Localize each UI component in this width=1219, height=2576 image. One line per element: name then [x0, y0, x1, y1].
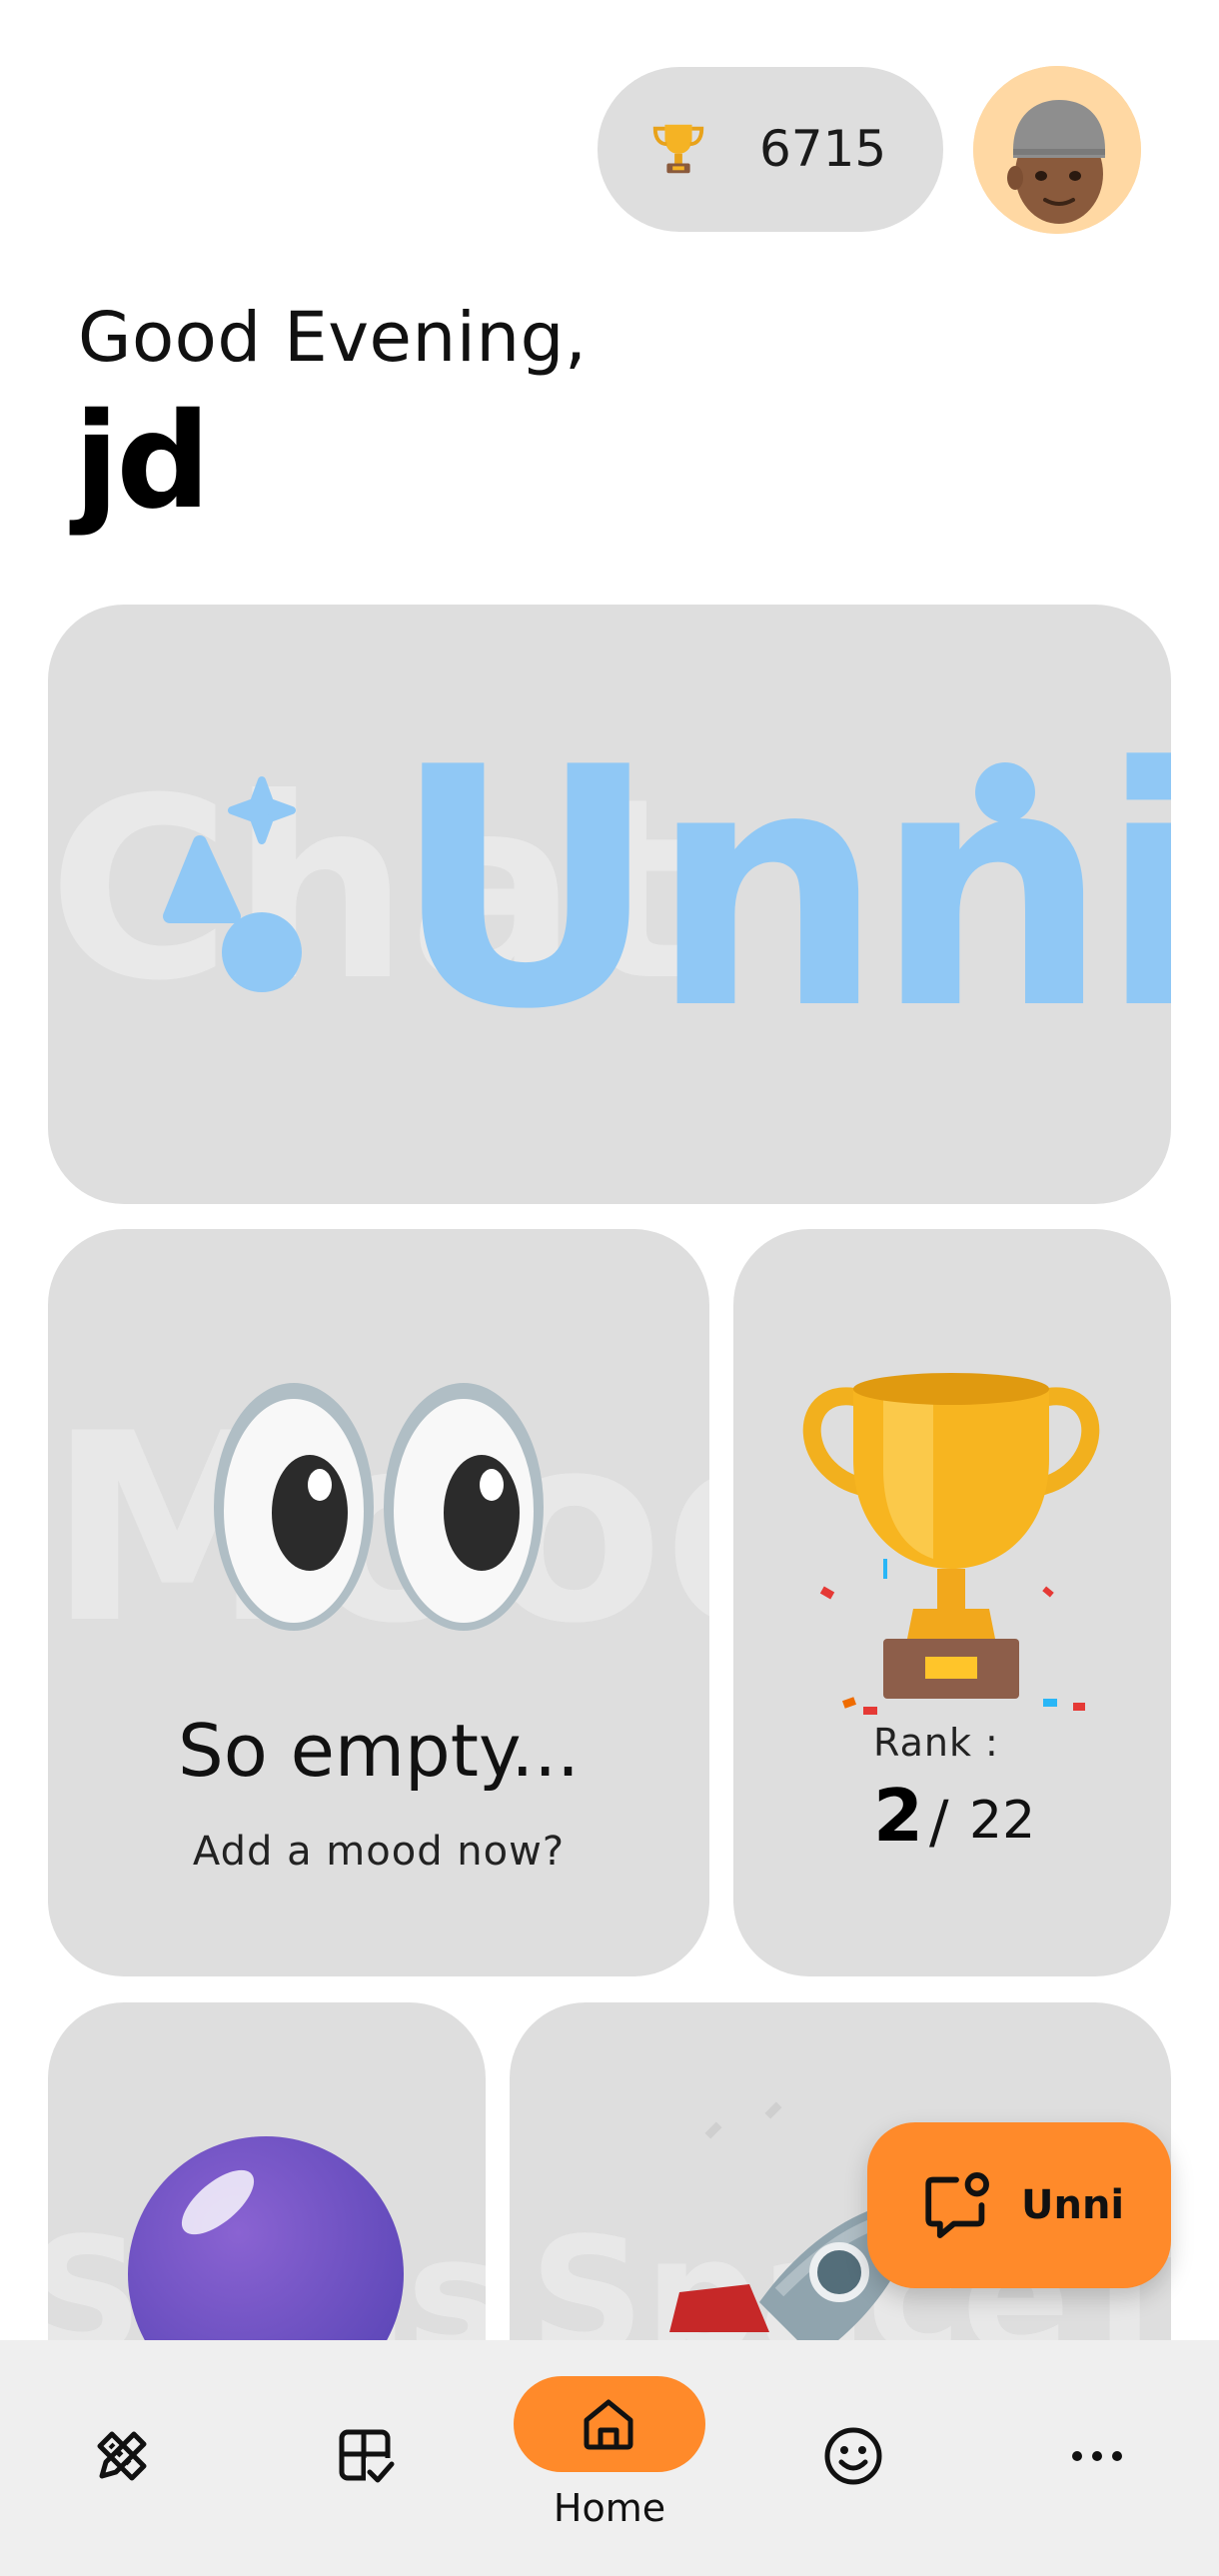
greeting-text: Good Evening, — [78, 298, 588, 378]
nav-item-mood[interactable] — [753, 2340, 953, 2576]
mood-empty-subtitle: Add a mood now? — [192, 1829, 566, 1875]
memoji-avatar — [973, 66, 1141, 234]
rank-card[interactable] — [733, 1229, 1171, 1976]
rank-separator: / — [929, 1788, 949, 1856]
avatar[interactable] — [973, 66, 1141, 234]
nav-home-label: Home — [553, 2486, 666, 2530]
points-value: 6715 — [759, 120, 887, 178]
grid-check-icon — [339, 2429, 396, 2486]
trophy-icon — [652, 124, 704, 174]
nav-item-more[interactable] — [997, 2340, 1197, 2576]
rank-label: Rank : — [873, 1721, 999, 1765]
nav-item-tools[interactable] — [22, 2340, 222, 2576]
unni-chat-button[interactable]: Unni — [867, 2122, 1171, 2288]
mood-empty-title: So empty... — [177, 1709, 580, 1793]
nav-item-tasks[interactable] — [266, 2340, 466, 2576]
nav-item-home[interactable] — [514, 2376, 705, 2472]
bottom-navigation — [0, 2340, 1219, 2576]
user-name: jd — [74, 385, 211, 539]
rank-value: 2 — [873, 1774, 924, 1858]
rank-total: 22 — [969, 1791, 1036, 1851]
points-pill[interactable]: 6715 — [598, 67, 943, 232]
more-dots-icon — [1072, 2451, 1122, 2461]
unni-banner-card[interactable]: Chat Unni — [48, 605, 1171, 1204]
pencil-ruler-icon — [97, 2431, 147, 2481]
chat-bubble-person-icon — [925, 2172, 989, 2238]
unni-chat-label: Unni — [1021, 2182, 1125, 2228]
home-icon — [584, 2399, 633, 2450]
trophy-confetti-icon — [802, 1373, 1100, 1715]
banner-brand-text: Unni — [392, 697, 1171, 1081]
smiley-icon — [824, 2427, 882, 2485]
